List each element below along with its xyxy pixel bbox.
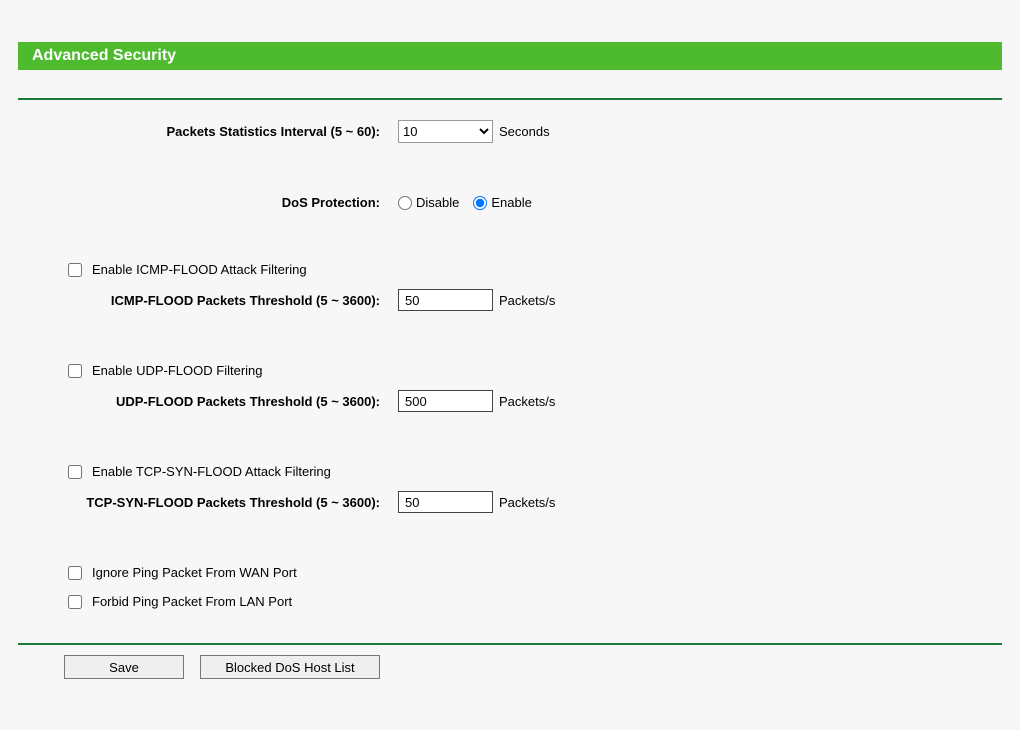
icmp-flood-label: Enable ICMP-FLOOD Attack Filtering [92,262,307,277]
tcp-threshold-input[interactable] [398,491,493,513]
interval-select[interactable]: 10 [398,120,493,143]
dos-enable-label: Enable [491,195,531,210]
dos-disable-radio[interactable] [398,196,412,210]
forbid-lan-ping-checkbox[interactable] [68,595,82,609]
tcp-flood-checkbox[interactable] [68,465,82,479]
page-title: Advanced Security [18,42,1002,70]
icmp-unit: Packets/s [499,293,555,308]
udp-threshold-input[interactable] [398,390,493,412]
udp-flood-label: Enable UDP-FLOOD Filtering [92,363,263,378]
blocked-dos-host-list-button[interactable]: Blocked DoS Host List [200,655,380,679]
interval-unit: Seconds [499,124,550,139]
page-title-text: Advanced Security [32,47,176,64]
ignore-wan-ping-checkbox[interactable] [68,566,82,580]
interval-label: Packets Statistics Interval (5 ~ 60): [18,124,398,139]
icmp-flood-checkbox[interactable] [68,263,82,277]
save-button[interactable]: Save [64,655,184,679]
icmp-threshold-label: ICMP-FLOOD Packets Threshold (5 ~ 3600): [18,293,398,308]
udp-unit: Packets/s [499,394,555,409]
dos-enable-radio[interactable] [473,196,487,210]
udp-flood-checkbox[interactable] [68,364,82,378]
forbid-lan-ping-label: Forbid Ping Packet From LAN Port [92,594,292,609]
udp-threshold-label: UDP-FLOOD Packets Threshold (5 ~ 3600): [18,394,398,409]
icmp-threshold-input[interactable] [398,289,493,311]
dos-label: DoS Protection: [18,195,398,210]
dos-disable-label: Disable [416,195,459,210]
tcp-threshold-label: TCP-SYN-FLOOD Packets Threshold (5 ~ 360… [18,495,398,510]
ignore-wan-ping-label: Ignore Ping Packet From WAN Port [92,565,297,580]
tcp-flood-label: Enable TCP-SYN-FLOOD Attack Filtering [92,464,331,479]
tcp-unit: Packets/s [499,495,555,510]
